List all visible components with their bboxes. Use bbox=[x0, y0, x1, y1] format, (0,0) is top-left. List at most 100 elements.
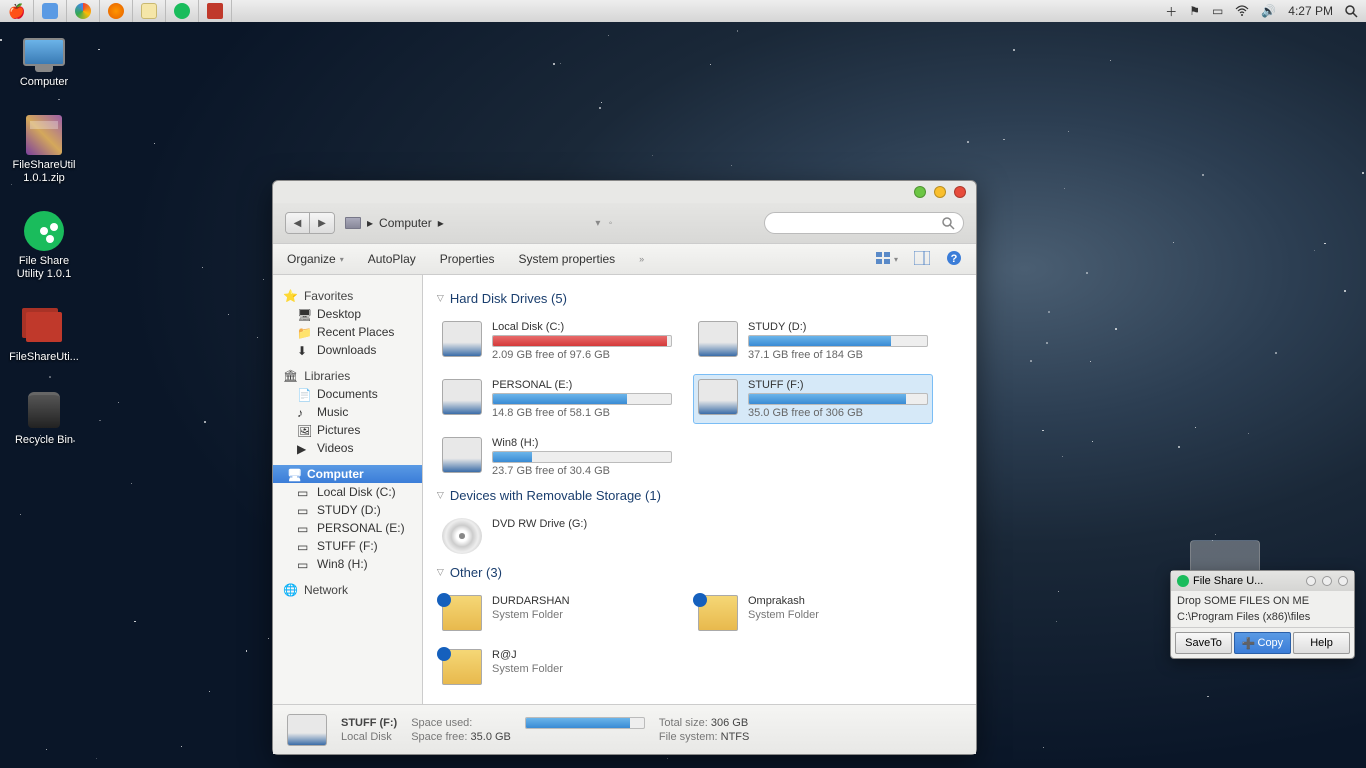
drive-icon: ▭ bbox=[297, 540, 311, 552]
sidebar-item-recent[interactable]: 📁Recent Places bbox=[273, 323, 422, 341]
picture-icon: 🖼 bbox=[297, 424, 311, 436]
dropdown-icon[interactable]: ▾ ◦ bbox=[595, 218, 612, 229]
notes-icon[interactable] bbox=[133, 0, 166, 22]
breadcrumb-label: Computer bbox=[379, 216, 432, 230]
fileshare-path: C:\Program Files (x86)\files bbox=[1177, 611, 1348, 623]
sidebar-item-drive-d[interactable]: ▭STUDY (D:) bbox=[273, 501, 422, 519]
drive-item[interactable]: STUDY (D:)37.1 GB free of 184 GB bbox=[693, 316, 933, 366]
group-removable-head[interactable]: Devices with Removable Storage (1) bbox=[437, 488, 962, 503]
minimize-icon[interactable] bbox=[1306, 576, 1316, 586]
drive-name: Win8 (H:) bbox=[492, 437, 672, 449]
sidebar-item-videos[interactable]: ▶Videos bbox=[273, 439, 422, 457]
app-icon bbox=[1177, 575, 1189, 587]
forward-button[interactable]: ▶ bbox=[310, 213, 334, 233]
desktop-icon-folder[interactable]: FileShareUti... bbox=[5, 305, 83, 364]
breadcrumb[interactable]: ▸ Computer ▸ bbox=[345, 216, 444, 230]
library-icon: 🏛 bbox=[283, 369, 298, 383]
fileshare-titlebar[interactable]: File Share U... bbox=[1171, 571, 1354, 591]
desktop-icon-recycle[interactable]: Recycle Bin bbox=[5, 388, 83, 447]
group-other-head[interactable]: Other (3) bbox=[437, 565, 962, 580]
saveto-button[interactable]: SaveTo bbox=[1175, 632, 1232, 654]
flag-icon[interactable]: ⚑ bbox=[1189, 4, 1200, 18]
drive-icon bbox=[698, 595, 738, 631]
sidebar-libraries-head[interactable]: 🏛Libraries bbox=[273, 367, 422, 385]
computer-icon: 🖥 bbox=[287, 468, 301, 480]
drive-item[interactable]: PERSONAL (E:) 14.8 GB free of 58.1 GB bbox=[437, 374, 677, 424]
content-pane: Hard Disk Drives (5) Local Disk (C:)2.09… bbox=[423, 275, 976, 704]
close-icon[interactable] bbox=[954, 186, 966, 198]
drive-icon bbox=[442, 437, 482, 473]
drive-sub: System Folder bbox=[492, 663, 672, 675]
maximize-icon[interactable] bbox=[1322, 576, 1332, 586]
drive-item[interactable]: STUFF (F:)35.0 GB free of 306 GB bbox=[693, 374, 933, 424]
search-icon[interactable] bbox=[1345, 5, 1358, 18]
help-icon[interactable]: ? bbox=[946, 250, 962, 269]
drive-icon bbox=[442, 595, 482, 631]
drive-item[interactable]: Win8 (H:)23.7 GB free of 30.4 GB bbox=[437, 432, 677, 482]
drive-item[interactable]: Omprakash System Folder bbox=[693, 590, 933, 636]
help-button[interactable]: Help bbox=[1293, 632, 1350, 654]
clock[interactable]: 4:27 PM bbox=[1288, 4, 1333, 18]
drive-free: 37.1 GB free of 184 GB bbox=[748, 349, 928, 361]
desktop-icon-computer[interactable]: Computer bbox=[5, 30, 83, 89]
chrome-icon[interactable] bbox=[67, 0, 100, 22]
properties-button[interactable]: Properties bbox=[440, 252, 495, 266]
drive-name: DVD RW Drive (G:) bbox=[492, 518, 672, 530]
drive-item[interactable]: R@JSystem Folder bbox=[437, 644, 677, 690]
doc-icon: 📄 bbox=[297, 388, 311, 400]
svg-text:?: ? bbox=[951, 253, 958, 265]
close-icon[interactable] bbox=[1338, 576, 1348, 586]
drive-sub: System Folder bbox=[748, 609, 928, 621]
drive-icon bbox=[698, 379, 738, 415]
sidebar-item-desktop[interactable]: 🖥Desktop bbox=[273, 305, 422, 323]
sidebar-item-pictures[interactable]: 🖼Pictures bbox=[273, 421, 422, 439]
desktop-icon-zip[interactable]: FileShareUtil 1.0.1.zip bbox=[5, 113, 83, 185]
fileshare-title: File Share U... bbox=[1193, 575, 1263, 587]
system-properties-button[interactable]: System properties bbox=[518, 252, 615, 266]
volume-icon[interactable]: 🔊 bbox=[1261, 4, 1276, 18]
drive-icon: ▭ bbox=[297, 522, 311, 534]
menubar: 🍎 ＋ ⚑ ▭ 🔊 4:27 PM bbox=[0, 0, 1366, 22]
drive-item[interactable]: Local Disk (C:)2.09 GB free of 97.6 GB bbox=[437, 316, 677, 366]
sidebar-item-music[interactable]: ♪Music bbox=[273, 403, 422, 421]
finder-icon[interactable] bbox=[34, 0, 67, 22]
battery-icon[interactable]: ▭ bbox=[1212, 4, 1223, 18]
sidebar-item-drive-e[interactable]: ▭PERSONAL (E:) bbox=[273, 519, 422, 537]
sidebar-item-downloads[interactable]: ⬇Downloads bbox=[273, 341, 422, 359]
app-icon[interactable] bbox=[199, 0, 232, 22]
sidebar-item-drive-c[interactable]: ▭Local Disk (C:) bbox=[273, 483, 422, 501]
back-button[interactable]: ◀ bbox=[286, 213, 310, 233]
drive-item[interactable]: DVD RW Drive (G:) bbox=[437, 513, 677, 559]
sidebar-item-computer[interactable]: 🖥Computer bbox=[273, 465, 422, 483]
view-icon[interactable]: ▾ bbox=[876, 252, 898, 266]
fileshare-window: File Share U... Drop SOME FILES ON ME C:… bbox=[1170, 570, 1355, 659]
drive-name: STUFF (F:) bbox=[748, 379, 928, 391]
titlebar[interactable] bbox=[273, 181, 976, 203]
drive-name: PERSONAL (E:) bbox=[492, 379, 672, 391]
firefox-icon[interactable] bbox=[100, 0, 133, 22]
drive-item[interactable]: DURDARSHANSystem Folder bbox=[437, 590, 677, 636]
group-hdd-head[interactable]: Hard Disk Drives (5) bbox=[437, 291, 962, 306]
add-icon[interactable]: ＋ bbox=[1165, 3, 1177, 20]
sidebar-favorites-head[interactable]: ⭐Favorites bbox=[273, 287, 422, 305]
computer-icon bbox=[345, 217, 361, 229]
maximize-icon[interactable] bbox=[934, 186, 946, 198]
sidebar-item-drive-f[interactable]: ▭STUFF (F:) bbox=[273, 537, 422, 555]
sidebar-item-documents[interactable]: 📄Documents bbox=[273, 385, 422, 403]
drive-icon bbox=[442, 321, 482, 357]
drive-free: 14.8 GB free of 58.1 GB bbox=[492, 407, 672, 419]
search-input[interactable] bbox=[764, 212, 964, 234]
drive-name: Omprakash bbox=[748, 595, 928, 607]
share-icon[interactable] bbox=[166, 0, 199, 22]
minimize-icon[interactable] bbox=[914, 186, 926, 198]
sidebar-item-drive-h[interactable]: ▭Win8 (H:) bbox=[273, 555, 422, 573]
preview-pane-icon[interactable] bbox=[914, 251, 930, 268]
wifi-icon[interactable] bbox=[1235, 5, 1249, 17]
desktop-icon-fileshare[interactable]: File Share Utility 1.0.1 bbox=[5, 209, 83, 281]
copy-button[interactable]: ➕Copy bbox=[1234, 632, 1291, 654]
sidebar-network-head[interactable]: 🌐Network bbox=[273, 581, 422, 599]
organize-menu[interactable]: Organize▾ bbox=[287, 252, 344, 266]
autoplay-button[interactable]: AutoPlay bbox=[368, 252, 416, 266]
apple-menu-icon[interactable]: 🍎 bbox=[0, 0, 34, 22]
drive-icon bbox=[698, 321, 738, 357]
